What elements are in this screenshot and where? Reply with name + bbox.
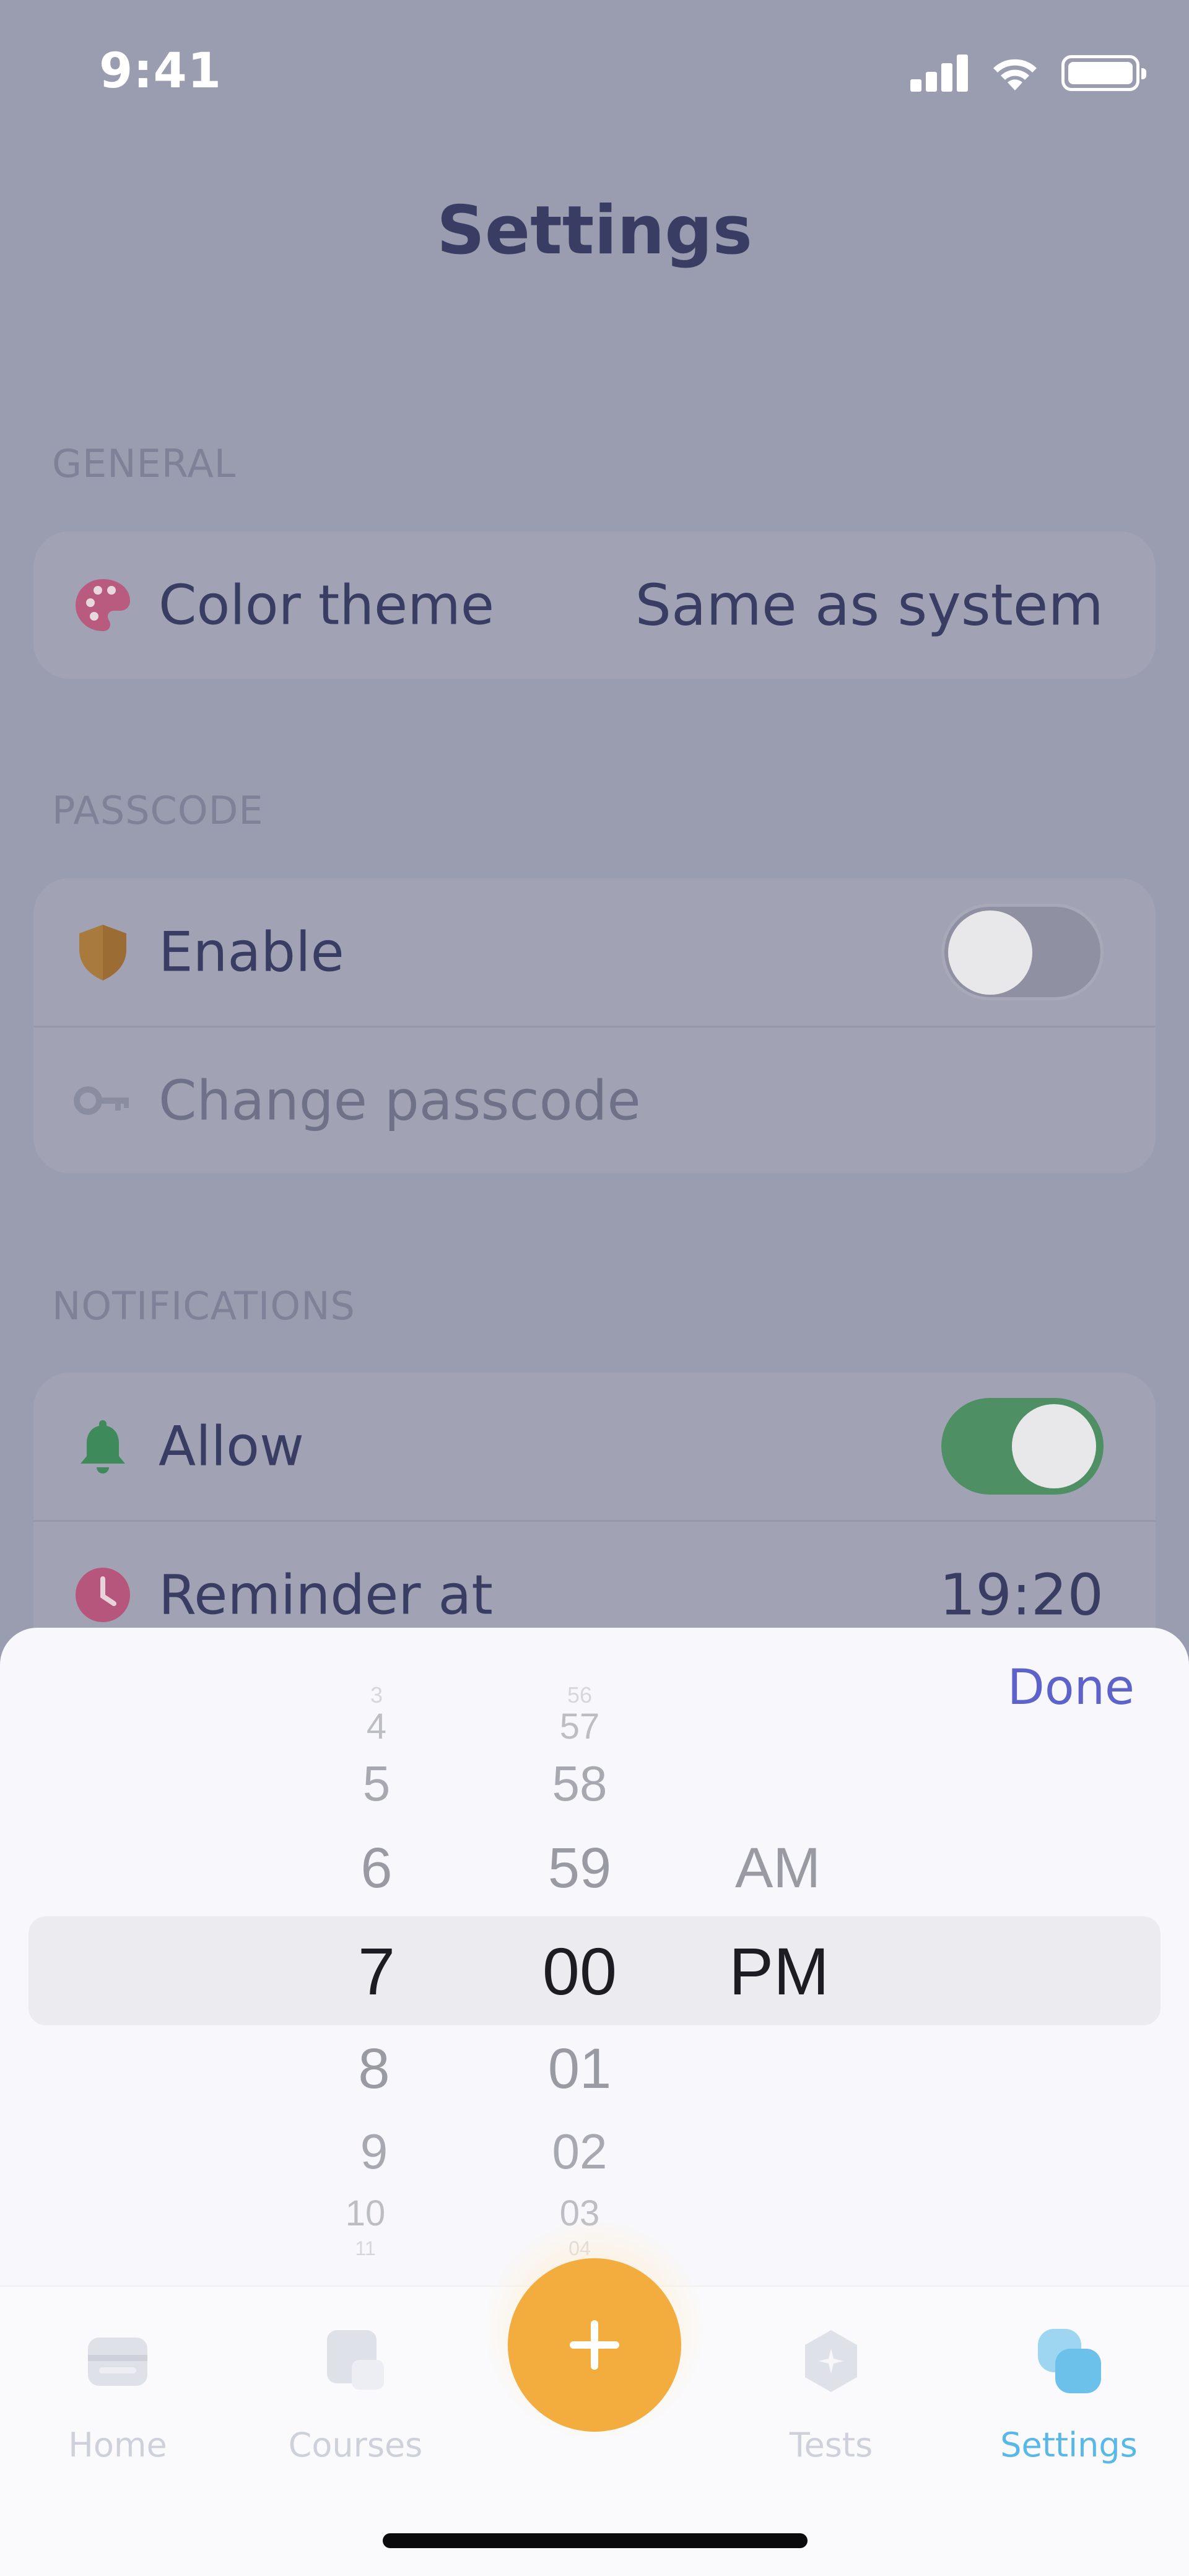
picker-hour[interactable]: 4 xyxy=(367,1706,386,1747)
general-card: Color theme Same as system xyxy=(33,531,1156,679)
reminder-value: 19:20 xyxy=(939,1561,1104,1628)
tab-settings-label: Settings xyxy=(1000,2425,1138,2465)
picker-hour[interactable]: 6 xyxy=(360,1836,392,1901)
notifications-allow-toggle[interactable] xyxy=(941,1398,1104,1495)
passcode-enable-row: Enable xyxy=(33,878,1156,1026)
picker-hour[interactable]: 3 xyxy=(370,1682,383,1708)
notifications-card: Allow Reminder at 19:20 xyxy=(33,1373,1156,1667)
color-theme-value: Same as system xyxy=(635,572,1104,639)
done-button[interactable]: Done xyxy=(1008,1660,1135,1716)
section-title-passcode: PASSCODE xyxy=(52,788,264,833)
picker-hour-selected[interactable]: 7 xyxy=(358,1932,395,2010)
toggle-knob xyxy=(1012,1404,1096,1488)
toggle-knob xyxy=(948,910,1032,995)
picker-hour[interactable]: 8 xyxy=(358,2037,390,2102)
tab-courses-label: Courses xyxy=(288,2425,423,2465)
status-icons xyxy=(910,55,1146,92)
tab-home-label: Home xyxy=(68,2425,167,2465)
battery-icon xyxy=(1061,55,1146,91)
color-theme-row[interactable]: Color theme Same as system xyxy=(33,531,1156,679)
picker-minute[interactable]: 58 xyxy=(552,1755,608,1812)
picker-minute[interactable]: 57 xyxy=(560,1706,600,1747)
color-theme-label: Color theme xyxy=(159,573,495,637)
wifi-icon xyxy=(993,59,1037,90)
picker-minute[interactable]: 02 xyxy=(552,2123,608,2180)
tests-icon xyxy=(805,2330,857,2392)
reminder-label: Reminder at xyxy=(159,1563,493,1626)
picker-hour[interactable]: 10 xyxy=(346,2193,386,2234)
picker-period-am[interactable]: AM xyxy=(735,1836,821,1901)
picker-hour[interactable]: 11 xyxy=(355,2237,375,2260)
shield-icon xyxy=(72,921,134,983)
clock-icon xyxy=(72,1564,134,1626)
section-title-notifications: NOTIFICATIONS xyxy=(52,1283,355,1329)
picker-hour[interactable]: 5 xyxy=(363,1755,391,1812)
passcode-enable-label: Enable xyxy=(159,920,344,984)
status-bar: 9:41 xyxy=(0,0,1189,149)
page-title: Settings xyxy=(437,192,752,269)
settings-icon xyxy=(1038,2329,1101,2393)
picker-minute[interactable]: 56 xyxy=(567,1682,592,1708)
picker-minute[interactable]: 59 xyxy=(548,1836,611,1901)
add-button[interactable] xyxy=(508,2258,681,2432)
home-indicator xyxy=(383,2533,808,2548)
palette-icon xyxy=(72,574,134,636)
picker-minute-selected[interactable]: 00 xyxy=(542,1932,617,2010)
plus-icon xyxy=(570,2320,619,2370)
change-passcode-label: Change passcode xyxy=(159,1068,641,1132)
status-time: 9:41 xyxy=(99,43,222,99)
passcode-card: Enable Change passcode xyxy=(33,878,1156,1173)
courses-icon xyxy=(327,2330,384,2390)
key-icon xyxy=(72,1070,134,1132)
notifications-allow-label: Allow xyxy=(159,1414,304,1478)
bell-icon xyxy=(72,1415,134,1477)
home-icon xyxy=(88,2338,147,2386)
settings-screen: 9:41 Settings GENERAL Color theme Same a… xyxy=(0,0,1189,2576)
section-title-general: GENERAL xyxy=(52,441,237,486)
notifications-allow-row: Allow xyxy=(33,1373,1156,1520)
passcode-enable-toggle[interactable] xyxy=(941,904,1104,1000)
change-passcode-row[interactable]: Change passcode xyxy=(33,1026,1156,1173)
cellular-signal-icon xyxy=(910,55,969,92)
tab-tests-label: Tests xyxy=(789,2425,873,2465)
picker-minute[interactable]: 01 xyxy=(548,2037,611,2102)
picker-period-pm-selected[interactable]: PM xyxy=(729,1932,829,2010)
picker-hour[interactable]: 9 xyxy=(360,2123,388,2180)
